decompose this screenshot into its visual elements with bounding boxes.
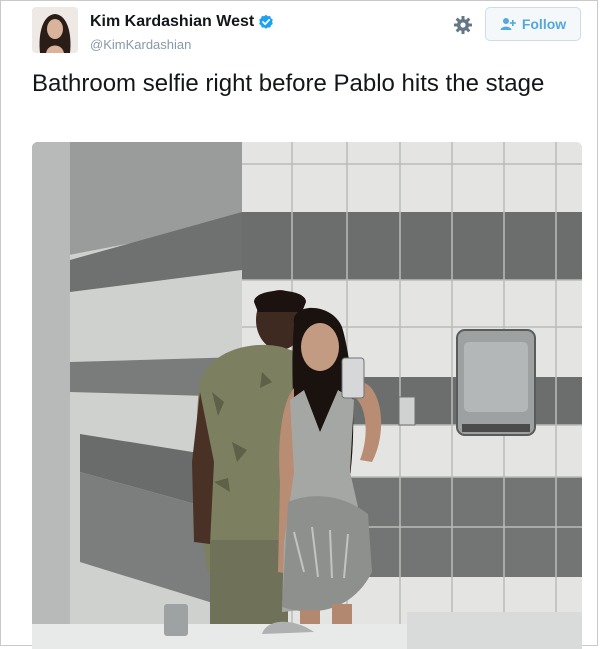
author-handle[interactable]: @KimKardashian xyxy=(90,37,191,52)
gear-icon[interactable] xyxy=(453,15,473,35)
author-row: Kim Kardashian West xyxy=(90,13,274,31)
tweet-photo[interactable] xyxy=(32,142,582,649)
avatar[interactable] xyxy=(32,7,78,53)
author-name[interactable]: Kim Kardashian West xyxy=(90,13,254,31)
bathroom-selfie-image xyxy=(32,142,582,649)
avatar-image xyxy=(32,7,78,53)
add-user-icon xyxy=(500,18,516,30)
follow-button[interactable]: Follow xyxy=(485,7,581,41)
verified-badge-icon xyxy=(259,14,274,29)
tweet-text: Bathroom selfie right before Pablo hits … xyxy=(32,70,545,97)
tweet-card: Kim Kardashian West @KimKardashian Follo xyxy=(0,0,598,649)
follow-label: Follow xyxy=(521,16,567,32)
